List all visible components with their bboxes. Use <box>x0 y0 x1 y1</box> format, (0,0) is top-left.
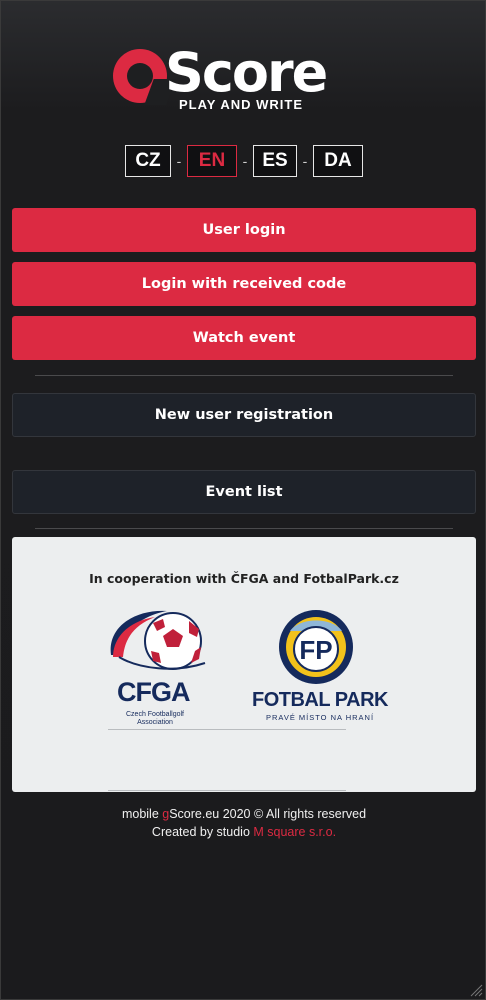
app-frame: Score PLAY AND WRITE CZ - EN - ES - DA U… <box>0 0 486 1000</box>
copyright-text: Score.eu 2020 © All rights reserved <box>169 807 367 821</box>
cfga-name: CFGA <box>117 677 190 707</box>
lang-da[interactable]: DA <box>313 145 363 177</box>
logo-wordmark: Score <box>165 41 328 104</box>
lang-separator: - <box>242 153 248 169</box>
copyright-line: mobile gScore.eu 2020 © All rights reser… <box>1 805 486 823</box>
fotbalpark-badge-icon: FP <box>279 610 353 684</box>
copyright-prefix: mobile <box>121 807 163 821</box>
event-list-button[interactable]: Event list <box>12 470 476 514</box>
cooperation-title: In cooperation with ČFGA and FotbalPark.… <box>89 571 399 586</box>
divider <box>35 375 453 376</box>
lang-es[interactable]: ES <box>253 145 297 177</box>
cfga-ball-icon <box>110 610 206 670</box>
cooperation-panel: In cooperation with ČFGA and FotbalPark.… <box>12 537 476 792</box>
login-code-button[interactable]: Login with received code <box>12 262 476 306</box>
footer: mobile gScore.eu 2020 © All rights reser… <box>1 805 486 841</box>
gscore-logo: Score PLAY AND WRITE <box>1 41 486 121</box>
lang-separator: - <box>176 153 182 169</box>
credits-text: Created by studio <box>151 825 254 839</box>
lang-en[interactable]: EN <box>187 145 237 177</box>
fotbalpark-logo[interactable]: FP FOTBAL PARK PRAVÉ MÍSTO NA HRANÍ <box>250 609 390 729</box>
fotbalpark-tagline: PRAVÉ MÍSTO NA HRANÍ <box>265 713 375 722</box>
panel-divider <box>108 729 346 730</box>
watch-event-button[interactable]: Watch event <box>12 316 476 360</box>
user-login-button[interactable]: User login <box>12 208 476 252</box>
lang-cz[interactable]: CZ <box>125 145 171 177</box>
cfga-logo[interactable]: CFGA Czech Footballgolf Association <box>105 607 225 737</box>
panel-divider <box>108 790 346 791</box>
logo-tagline: PLAY AND WRITE <box>179 97 304 112</box>
studio-link[interactable]: M square s.r.o. <box>253 825 336 839</box>
logo-g-icon <box>113 49 167 103</box>
credits-line: Created by studio M square s.r.o. <box>1 823 486 841</box>
cfga-subtitle: Czech Footballgolf Association <box>126 711 184 726</box>
new-registration-button[interactable]: New user registration <box>12 393 476 437</box>
language-selector: CZ - EN - ES - DA <box>1 145 486 177</box>
lang-separator: - <box>302 153 308 169</box>
resize-grip-icon[interactable] <box>469 983 483 997</box>
fp-monogram: FP <box>299 635 332 665</box>
divider <box>35 528 453 529</box>
fotbalpark-name: FOTBAL PARK <box>252 689 388 711</box>
